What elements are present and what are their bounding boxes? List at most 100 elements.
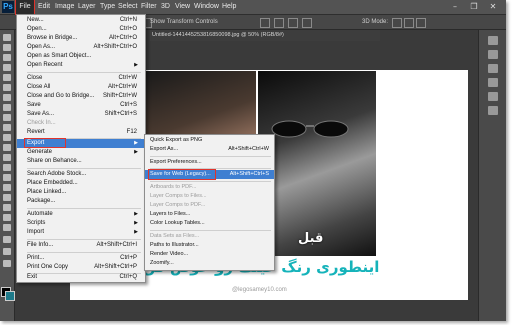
paths-panel-icon[interactable] — [488, 106, 498, 115]
menu-item-share-behance[interactable]: Share on Behance... — [27, 157, 141, 166]
brush-tool-icon[interactable] — [3, 104, 11, 111]
submenu-item-zoomify[interactable]: Zoomify... — [150, 259, 272, 268]
history-panel-icon[interactable] — [488, 36, 498, 45]
submenu-arrow-icon: ▶ — [134, 211, 138, 217]
submenu-item-quick-export-png[interactable]: Quick Export as PNG — [150, 136, 272, 145]
menu-item-close-go-bridge[interactable]: Close and Go to Bridge... Shift+Ctrl+W — [27, 92, 141, 101]
background-color-swatch[interactable] — [5, 291, 15, 301]
submenu-item-artboards-pdf: Artboards to PDF... — [150, 183, 272, 192]
menu-item-close-all[interactable]: Close All Alt+Ctrl+W — [27, 83, 141, 92]
menu-help[interactable]: Help — [222, 0, 236, 14]
minimize-icon[interactable]: – — [446, 1, 464, 13]
menu-type[interactable]: Type — [100, 0, 115, 14]
3d-pan-icon[interactable] — [416, 18, 426, 28]
submenu-item-export-as[interactable]: Export As... Alt+Shift+Ctrl+W — [150, 145, 272, 154]
restore-icon[interactable]: ❐ — [465, 1, 483, 13]
pen-tool-icon[interactable] — [3, 174, 11, 181]
menu-item-open-as[interactable]: Open As... Alt+Shift+Ctrl+O — [27, 43, 141, 52]
menu-item-open-smart-object[interactable]: Open as Smart Object... — [27, 52, 141, 61]
marquee-tool-icon[interactable] — [3, 44, 11, 51]
clone-stamp-tool-icon[interactable] — [3, 114, 11, 121]
menu-item-automate[interactable]: Automate ▶ — [27, 210, 141, 219]
submenu-item-render-video[interactable]: Render Video... — [150, 250, 272, 259]
menu-item-search-adobe-stock[interactable]: Search Adobe Stock... — [27, 170, 141, 179]
menu-item-label: Exit — [27, 274, 38, 280]
3d-rotate-icon[interactable] — [392, 18, 402, 28]
menu-view[interactable]: View — [175, 0, 190, 14]
properties-panel-icon[interactable] — [488, 50, 498, 59]
history-brush-tool-icon[interactable] — [3, 124, 11, 131]
menu-item-label: Print... — [27, 255, 45, 261]
submenu-item-paths-illustrator[interactable]: Paths to Illustrator... — [150, 241, 272, 250]
menu-item-file-info[interactable]: File Info... Alt+Shift+Ctrl+I — [27, 241, 141, 250]
submenu-item-export-preferences[interactable]: Export Preferences... — [150, 158, 272, 167]
shape-tool-icon[interactable] — [3, 204, 11, 211]
submenu-item-label: Paths to Illustrator... — [150, 242, 199, 248]
3d-roll-icon[interactable] — [404, 18, 414, 28]
move-tool-icon[interactable] — [3, 34, 11, 41]
menu-file[interactable]: File — [15, 0, 35, 15]
menu-item-browse-in-bridge[interactable]: Browse in Bridge... Alt+Ctrl+O — [27, 34, 141, 43]
screen-mode-icon[interactable] — [3, 260, 11, 267]
zoom-tool-icon[interactable] — [3, 224, 11, 231]
type-tool-icon[interactable] — [3, 184, 11, 191]
menu-window[interactable]: Window — [194, 0, 219, 14]
menu-item-label: Package... — [27, 198, 56, 204]
quick-mask-icon[interactable] — [3, 248, 11, 255]
hand-tool-icon[interactable] — [3, 214, 11, 221]
menu-item-close[interactable]: Close Ctrl+W — [27, 74, 141, 83]
menu-select[interactable]: Select — [118, 0, 137, 14]
menu-item-save-as[interactable]: Save As... Shift+Ctrl+S — [27, 110, 141, 119]
blur-tool-icon[interactable] — [3, 154, 11, 161]
edit-toolbar-icon[interactable] — [3, 236, 11, 243]
menu-separator — [27, 208, 141, 209]
submenu-item-layers-to-files[interactable]: Layers to Files... — [150, 210, 272, 219]
adjustments-panel-icon[interactable] — [488, 64, 498, 73]
menu-item-import[interactable]: Import ▶ — [27, 228, 141, 237]
menu-item-open[interactable]: Open... Ctrl+O — [27, 25, 141, 34]
menu-3d[interactable]: 3D — [161, 0, 170, 14]
menu-item-place-linked[interactable]: Place Linked... — [27, 188, 141, 197]
submenu-item-color-lookup[interactable]: Color Lookup Tables... — [150, 219, 272, 228]
show-transform-controls-label[interactable]: Show Transform Controls — [150, 15, 218, 29]
document-tab-title[interactable]: Untitled-1441445253816850098.jpg @ 50% (… — [152, 30, 284, 41]
file-menu-dropdown: New... Ctrl+N Open... Ctrl+O Browse in Bri… — [16, 14, 146, 283]
distribute-icon[interactable] — [288, 18, 298, 28]
gradient-tool-icon[interactable] — [3, 144, 11, 151]
menu-edit[interactable]: Edit — [38, 0, 50, 14]
menu-item-revert[interactable]: Revert F12 — [27, 128, 141, 137]
menu-item-generate[interactable]: Generate ▶ — [27, 148, 141, 157]
menu-item-print[interactable]: Print... Ctrl+P — [27, 254, 141, 263]
eyedropper-tool-icon[interactable] — [3, 84, 11, 91]
menu-layer[interactable]: Layer — [78, 0, 96, 14]
crop-tool-icon[interactable] — [3, 74, 11, 81]
submenu-item-label: Quick Export as PNG — [150, 137, 203, 143]
menu-separator — [27, 239, 141, 240]
dodge-tool-icon[interactable] — [3, 164, 11, 171]
menu-item-package[interactable]: Package... — [27, 197, 141, 206]
submenu-item-label: Zoomify... — [150, 260, 174, 266]
path-selection-tool-icon[interactable] — [3, 194, 11, 201]
channels-panel-icon[interactable] — [488, 92, 498, 101]
menu-item-label: Close — [27, 75, 43, 81]
menu-item-open-recent[interactable]: Open Recent ▶ — [27, 61, 141, 70]
eraser-tool-icon[interactable] — [3, 134, 11, 141]
menu-item-print-one-copy[interactable]: Print One Copy Alt+Shift+Ctrl+P — [27, 263, 141, 272]
menu-filter[interactable]: Filter — [141, 0, 157, 14]
close-icon[interactable]: ✕ — [484, 1, 502, 13]
menu-item-place-embedded[interactable]: Place Embedded... — [27, 179, 141, 188]
sunglasses-graphic — [271, 120, 349, 138]
menu-item-save[interactable]: Save Ctrl+S — [27, 101, 141, 110]
menu-item-exit[interactable]: Exit Ctrl+Q — [27, 273, 141, 282]
lasso-tool-icon[interactable] — [3, 54, 11, 61]
magic-wand-tool-icon[interactable] — [3, 64, 11, 71]
healing-brush-tool-icon[interactable] — [3, 94, 11, 101]
menu-item-label: Save As... — [27, 111, 55, 117]
distribute-icon[interactable] — [302, 18, 312, 28]
menu-item-new[interactable]: New... Ctrl+N — [27, 16, 141, 25]
align-icon[interactable] — [260, 18, 270, 28]
align-icon[interactable] — [274, 18, 284, 28]
layers-panel-icon[interactable] — [488, 78, 498, 87]
menu-item-scripts[interactable]: Scripts ▶ — [27, 219, 141, 228]
menu-image[interactable]: Image — [55, 0, 74, 14]
